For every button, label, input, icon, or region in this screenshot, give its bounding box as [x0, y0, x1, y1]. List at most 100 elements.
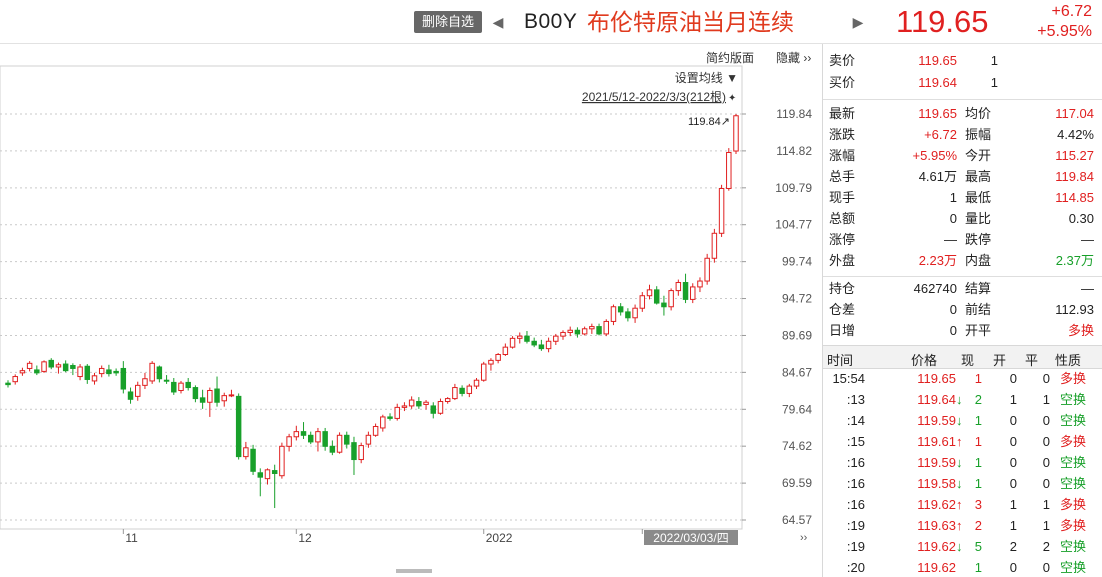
candle-body[interactable] — [653, 289, 660, 304]
candle-body[interactable] — [178, 382, 184, 391]
tick-row[interactable]: :19 119.62 ↓ 5 2 2 空换 — [823, 536, 1102, 557]
tick-row[interactable]: :20 119.62 1 0 0 空换 — [823, 557, 1102, 577]
candle-body[interactable] — [26, 362, 33, 369]
candle-body[interactable] — [257, 472, 264, 478]
hide-panel-button[interactable]: 隐藏 ›› — [776, 49, 811, 66]
candle-body[interactable] — [466, 385, 473, 394]
candle-body[interactable] — [524, 335, 530, 342]
candle-body[interactable] — [91, 375, 98, 382]
candle-body[interactable] — [603, 320, 609, 335]
candle-body[interactable] — [322, 431, 328, 447]
candle-body[interactable] — [416, 401, 422, 407]
candle-body[interactable] — [214, 388, 220, 403]
candle-body[interactable] — [567, 329, 573, 333]
candle-body[interactable] — [228, 394, 235, 397]
candle-body[interactable] — [531, 340, 537, 346]
candle-body[interactable] — [106, 369, 112, 375]
candle-body[interactable] — [5, 382, 11, 386]
candle-body[interactable] — [711, 232, 718, 259]
candle-body[interactable] — [315, 431, 321, 443]
candle-body[interactable] — [250, 448, 256, 472]
tick-row[interactable]: :16 119.62 ↑ 3 1 1 多换 — [823, 494, 1102, 515]
tick-row[interactable]: :14 119.59 ↓ 1 0 0 空换 — [823, 410, 1102, 431]
candle-body[interactable] — [726, 151, 732, 189]
candle-body[interactable] — [380, 416, 386, 429]
candle-body[interactable] — [307, 434, 314, 443]
candle-body[interactable] — [473, 379, 480, 387]
candle-body[interactable] — [19, 370, 26, 374]
candle-body[interactable] — [358, 445, 364, 461]
candle-body[interactable] — [55, 364, 62, 368]
candle-body[interactable] — [690, 286, 696, 300]
candle-body[interactable] — [98, 367, 105, 375]
tick-row[interactable]: :13 119.64 ↓ 2 1 1 空换 — [823, 389, 1102, 410]
candle-body[interactable] — [646, 289, 653, 297]
candle-body[interactable] — [235, 395, 242, 458]
candle-body[interactable] — [495, 354, 501, 361]
candle-body[interactable] — [632, 307, 638, 319]
candle-body[interactable] — [264, 469, 271, 480]
candle-body[interactable] — [207, 389, 213, 403]
tick-row[interactable]: :19 119.63 ↑ 2 1 1 多换 — [823, 515, 1102, 536]
candle-body[interactable] — [423, 401, 429, 405]
candle-body[interactable] — [589, 326, 595, 330]
chart-scrollbar[interactable] — [396, 569, 432, 573]
candle-body[interactable] — [502, 346, 509, 356]
candle-body[interactable] — [553, 335, 559, 342]
candle-body[interactable] — [574, 329, 581, 335]
candle-body[interactable] — [243, 447, 249, 458]
candle-body[interactable] — [444, 398, 451, 403]
candle-body[interactable] — [480, 363, 487, 381]
candle-body[interactable] — [163, 379, 170, 382]
ma-settings-dropdown[interactable]: 设置均线 ▼ — [675, 71, 738, 85]
candle-body[interactable] — [610, 306, 617, 322]
candle-body[interactable] — [120, 367, 127, 390]
candle-body[interactable] — [488, 359, 494, 365]
candle-body[interactable] — [84, 365, 91, 380]
candle-body[interactable] — [300, 431, 307, 436]
date-range-link[interactable]: 2021/5/12-2022/3/3(212根) — [582, 90, 726, 104]
candle-body[interactable] — [279, 445, 285, 477]
candle-body[interactable] — [156, 366, 163, 380]
candle-body[interactable] — [437, 401, 444, 414]
candle-body[interactable] — [329, 445, 336, 453]
candle-body[interactable] — [142, 378, 148, 386]
scroll-right-icon[interactable]: ›› — [800, 532, 808, 544]
kline-chart-pane[interactable]: 119.84 114.82 109.79 104.77 99.74 94.72 89.69 8… — [0, 44, 822, 577]
candle-body[interactable] — [336, 434, 343, 453]
tick-row[interactable]: :15 119.61 ↑ 1 0 0 多换 — [823, 431, 1102, 452]
candle-body[interactable] — [617, 306, 624, 313]
candle-body[interactable] — [401, 405, 408, 408]
candle-body[interactable] — [41, 361, 47, 372]
candle-body[interactable] — [77, 366, 83, 378]
candle-body[interactable] — [135, 384, 141, 397]
simple-layout-button[interactable]: 简约版面 — [706, 49, 754, 66]
candle-body[interactable] — [545, 340, 552, 350]
next-symbol-icon[interactable]: ▶ — [851, 11, 865, 33]
candle-body[interactable] — [286, 436, 292, 447]
candle-body[interactable] — [517, 335, 523, 339]
candle-body[interactable] — [62, 363, 69, 372]
candle-body[interactable] — [372, 425, 379, 436]
candle-body[interactable] — [675, 282, 682, 292]
candle-body[interactable] — [171, 381, 177, 393]
candle-body[interactable] — [12, 376, 18, 383]
candle-body[interactable] — [661, 302, 667, 308]
candle-body[interactable] — [127, 391, 134, 400]
candle-body[interactable] — [387, 416, 393, 419]
candle-body[interactable] — [351, 442, 357, 461]
candle-body[interactable] — [293, 431, 300, 438]
candle-body[interactable] — [509, 337, 516, 348]
candle-body[interactable] — [682, 282, 689, 300]
tick-row[interactable]: :16 119.58 ↓ 1 0 0 空换 — [823, 473, 1102, 494]
candle-body[interactable] — [48, 359, 54, 368]
candle-body[interactable] — [639, 295, 646, 309]
candle-body[interactable] — [192, 387, 199, 400]
candle-body[interactable] — [185, 381, 191, 389]
candle-body[interactable] — [271, 470, 278, 475]
candle-body[interactable] — [344, 434, 350, 445]
candle-body[interactable] — [625, 311, 631, 319]
candle-body[interactable] — [596, 326, 602, 335]
candle-body[interactable] — [560, 331, 566, 337]
candle-body[interactable] — [408, 399, 415, 407]
